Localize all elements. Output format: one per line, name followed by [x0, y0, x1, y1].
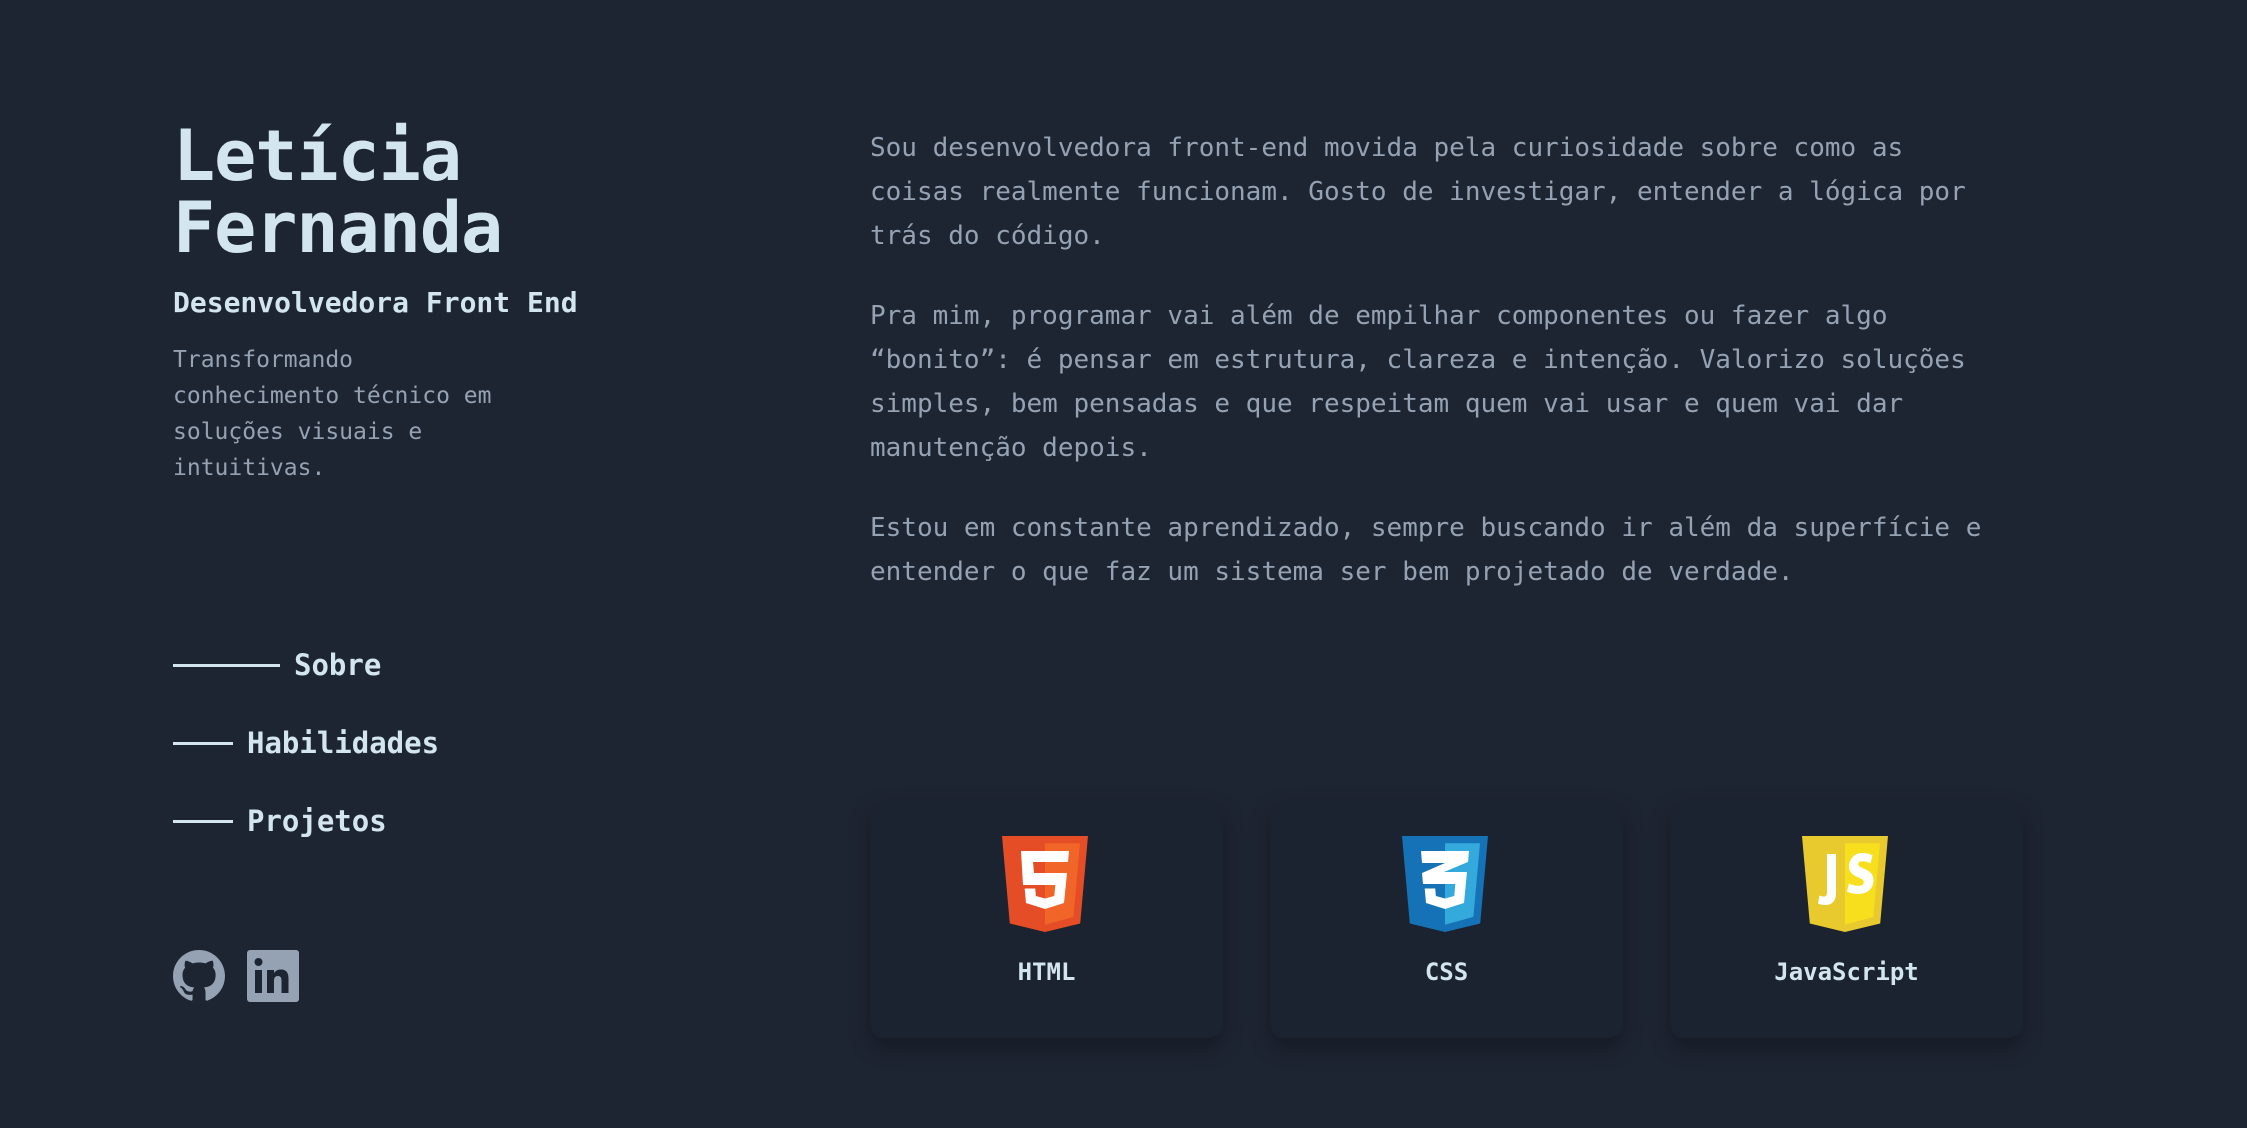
skill-label: JavaScript: [1774, 958, 1919, 986]
profile-tagline: Transformando conhecimento técnico em so…: [173, 347, 492, 481]
skill-card-html: HTML: [870, 800, 1223, 1038]
skill-card-javascript: JavaScript: [1670, 800, 2023, 1038]
javascript-icon: [1802, 836, 1888, 932]
css3-icon: [1402, 836, 1488, 932]
github-icon: [173, 950, 225, 1001]
social-links: [173, 950, 299, 1002]
github-link[interactable]: [173, 950, 225, 1002]
profile-header: Letícia Fernanda Desenvolvedora Front En…: [173, 120, 593, 486]
linkedin-icon: [247, 950, 299, 1002]
profile-role: Desenvolvedora Front End: [173, 286, 578, 319]
section-nav: Sobre Habilidades Projetos: [173, 643, 439, 877]
about-paragraph: Sou desenvolvedora front-end movida pela…: [870, 133, 1966, 251]
about-section: Sou desenvolvedora front-end movida pela…: [870, 126, 2010, 630]
nav-indicator-line: [173, 663, 280, 667]
nav-item-label: Projetos: [247, 804, 387, 838]
nav-item-projetos[interactable]: Projetos: [173, 799, 439, 843]
skills-section: HTML CSS JavaScript: [870, 800, 2023, 1038]
html5-icon: [1002, 836, 1088, 932]
profile-name-first: Letícia: [173, 115, 462, 197]
about-paragraph: Pra mim, programar vai além de empilhar …: [870, 301, 1966, 463]
nav-item-habilidades[interactable]: Habilidades: [173, 721, 439, 765]
profile-name: Letícia Fernanda: [173, 120, 593, 264]
nav-item-label: Habilidades: [247, 726, 440, 760]
nav-indicator-line: [173, 819, 233, 823]
nav-item-label: Sobre: [294, 648, 382, 682]
linkedin-link[interactable]: [247, 950, 299, 1002]
skill-card-css: CSS: [1270, 800, 1623, 1038]
profile-name-last: Fernanda: [173, 187, 503, 269]
nav-indicator-line: [173, 741, 233, 745]
skill-label: HTML: [1017, 958, 1076, 986]
skill-label: CSS: [1424, 958, 1469, 986]
about-paragraph: Estou em constante aprendizado, sempre b…: [870, 513, 1982, 587]
nav-item-sobre[interactable]: Sobre: [173, 643, 439, 687]
